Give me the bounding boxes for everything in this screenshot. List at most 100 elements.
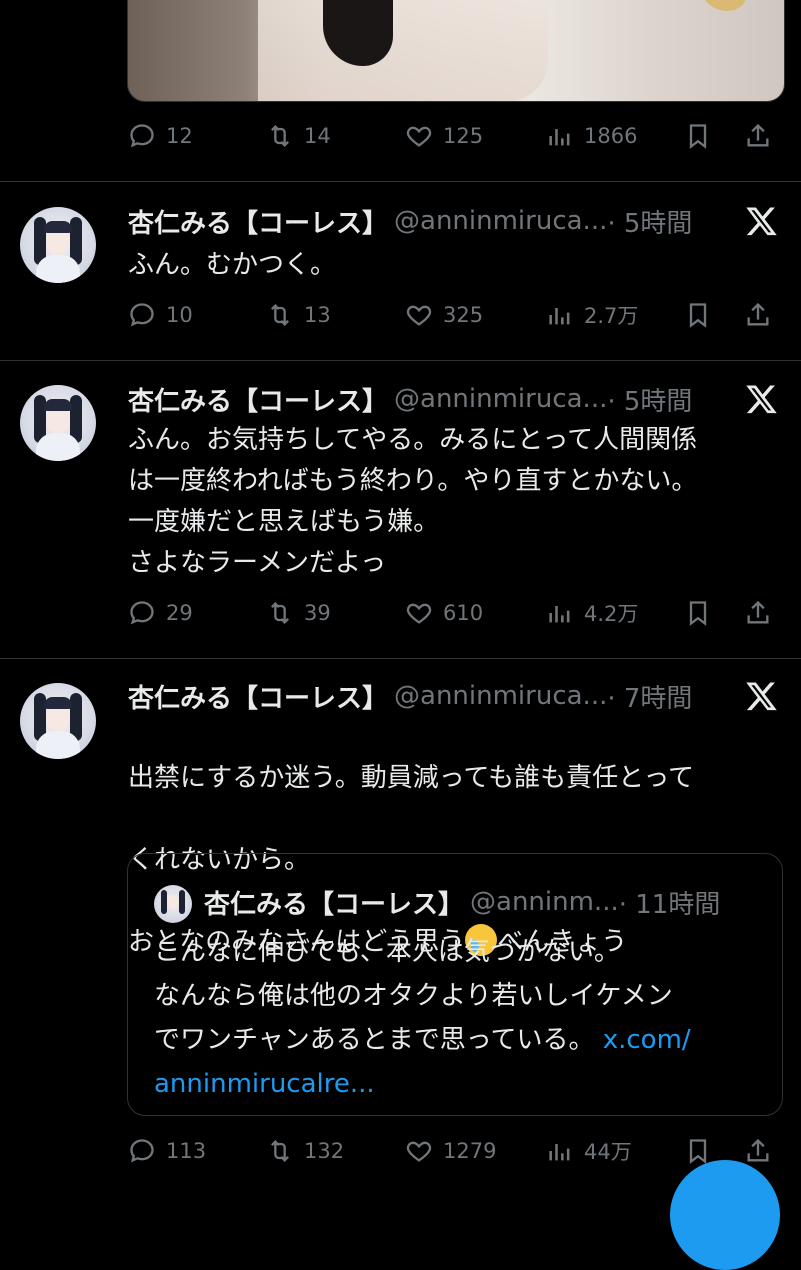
heart-icon [406,1141,432,1162]
heart-icon [406,603,432,624]
tweet-text: ふん。むかつく。 [128,250,337,280]
reply-button[interactable]: 29 [128,593,193,633]
like-button[interactable]: 325 [405,295,483,335]
views-count: 1866 [584,124,638,148]
avatar[interactable] [20,683,96,759]
like-count: 610 [443,601,484,625]
views-button[interactable]: 44万 [546,1131,632,1171]
tweet-actions: 10 13 325 2.7万 [128,295,778,335]
share-button[interactable] [744,116,782,156]
retweet-icon [271,602,289,624]
like-button[interactable]: 1279 [405,1131,496,1171]
reply-button[interactable]: 113 [128,1131,206,1171]
author-handle[interactable]: @anninmiruca... [394,206,607,236]
tweet-divider [0,181,801,182]
quoted-time: · 11時間 [618,889,721,920]
tweet-time[interactable]: · 7時間 [607,678,692,715]
views-count: 2.7万 [584,304,639,328]
tweet-media-image[interactable] [127,0,785,102]
tweet-header: 杏仁みる【コーレス】 @anninmiruca... · 7時間 [128,678,692,714]
bookmark-button[interactable] [684,116,722,156]
share-icon [747,123,769,147]
tweet-header: 杏仁みる【コーレス】 @anninmiruca... · 5時間 [128,203,692,239]
bookmark-button[interactable] [684,295,722,335]
author-handle[interactable]: @anninmiruca... [394,384,607,414]
share-icon [747,1138,769,1162]
views-count: 44万 [584,1140,632,1164]
retweet-icon [271,304,289,326]
quoted-author-handle: @anninm... [470,887,619,917]
reply-count: 29 [166,601,193,625]
reply-button[interactable]: 12 [128,116,193,156]
share-button[interactable] [744,295,782,335]
quoted-link[interactable]: x.com/ [603,1025,691,1055]
tweet-text: ふん。お気持ちしてやる。みるにとって人間関係 は一度終わればもう終わり。やり直す… [128,425,698,578]
views-button[interactable]: 1866 [546,116,637,156]
bookmark-button[interactable] [684,593,722,633]
retweet-button[interactable]: 13 [266,295,331,335]
heart-icon [406,305,432,326]
retweet-button[interactable]: 39 [266,593,331,633]
heart-icon [406,126,432,147]
quoted-text-line: こんなに伸びても、本人は気づかない。 [154,937,620,967]
media-coat [258,0,548,101]
views-button[interactable]: 4.2万 [546,593,638,633]
tweet-time[interactable]: · 5時間 [607,381,692,418]
author-name[interactable]: 杏仁みる【コーレス】 [128,381,388,418]
views-button[interactable]: 2.7万 [546,295,638,335]
bookmark-icon [689,124,707,149]
author-name[interactable]: 杏仁みる【コーレス】 [128,678,388,715]
retweet-button[interactable]: 14 [266,116,331,156]
like-count: 325 [443,303,484,327]
compose-button[interactable] [670,1160,780,1270]
quoted-text-line: なんなら俺は他のオタクより若いしイケメン [154,981,673,1011]
views-icon [549,606,570,623]
reply-button[interactable]: 10 [128,295,193,335]
quoted-text-line: でワンチャンあるとまで思っている。 x.com/ [154,1018,764,1062]
share-icon [747,302,769,326]
retweet-icon [271,1140,289,1162]
bookmark-icon [689,1139,707,1164]
like-count: 125 [443,124,484,148]
like-count: 1279 [443,1139,497,1163]
retweet-count: 13 [304,303,331,327]
tweet-divider [0,360,801,361]
reply-icon [130,1139,154,1163]
share-button[interactable] [744,593,782,633]
reply-count: 12 [166,124,193,148]
views-icon [549,1144,570,1161]
bookmark-icon [689,601,707,626]
x-logo-icon [746,385,777,414]
views-count: 4.2万 [584,602,639,626]
bookmark-icon [689,303,707,328]
avatar[interactable] [20,385,96,461]
tweet-header: 杏仁みる【コーレス】 @anninmiruca... · 5時間 [128,381,692,417]
reply-count: 113 [166,1139,207,1163]
quoted-tweet[interactable]: 杏仁みる【コーレス】 @anninm... · 11時間 こんなに伸びても、本人… [127,853,783,1116]
avatar[interactable] [20,207,96,283]
tweet-actions: 29 39 610 4.2万 [128,593,778,633]
retweet-icon [271,125,289,147]
quoted-header: 杏仁みる【コーレス】 @anninm... · 11時間 [204,884,720,920]
retweet-button[interactable]: 132 [266,1131,344,1171]
tweet-actions: 113 132 1279 44万 [128,1131,778,1171]
tweet-text-line: 出禁にするか迷う。動員減っても誰も責任とって [128,763,695,793]
author-handle[interactable]: @anninmiruca... [394,681,607,711]
share-icon [747,600,769,624]
reply-icon [130,124,154,148]
x-logo-icon [746,682,777,711]
author-name[interactable]: 杏仁みる【コーレス】 [128,203,388,240]
like-button[interactable]: 125 [405,116,483,156]
views-icon [549,308,570,325]
quoted-author-name: 杏仁みる【コーレス】 [204,889,465,920]
quoted-link[interactable]: anninmirucalre... [154,1062,764,1106]
media-object [698,0,748,11]
reply-count: 10 [166,303,193,327]
views-icon [549,129,570,146]
reply-icon [130,303,154,327]
x-logo-icon [746,207,777,236]
tweet-time[interactable]: · 5時間 [607,203,692,240]
reply-icon [130,601,154,625]
quoted-text-segment: でワンチャンあるとまで思っている。 [154,1025,603,1055]
like-button[interactable]: 610 [405,593,483,633]
